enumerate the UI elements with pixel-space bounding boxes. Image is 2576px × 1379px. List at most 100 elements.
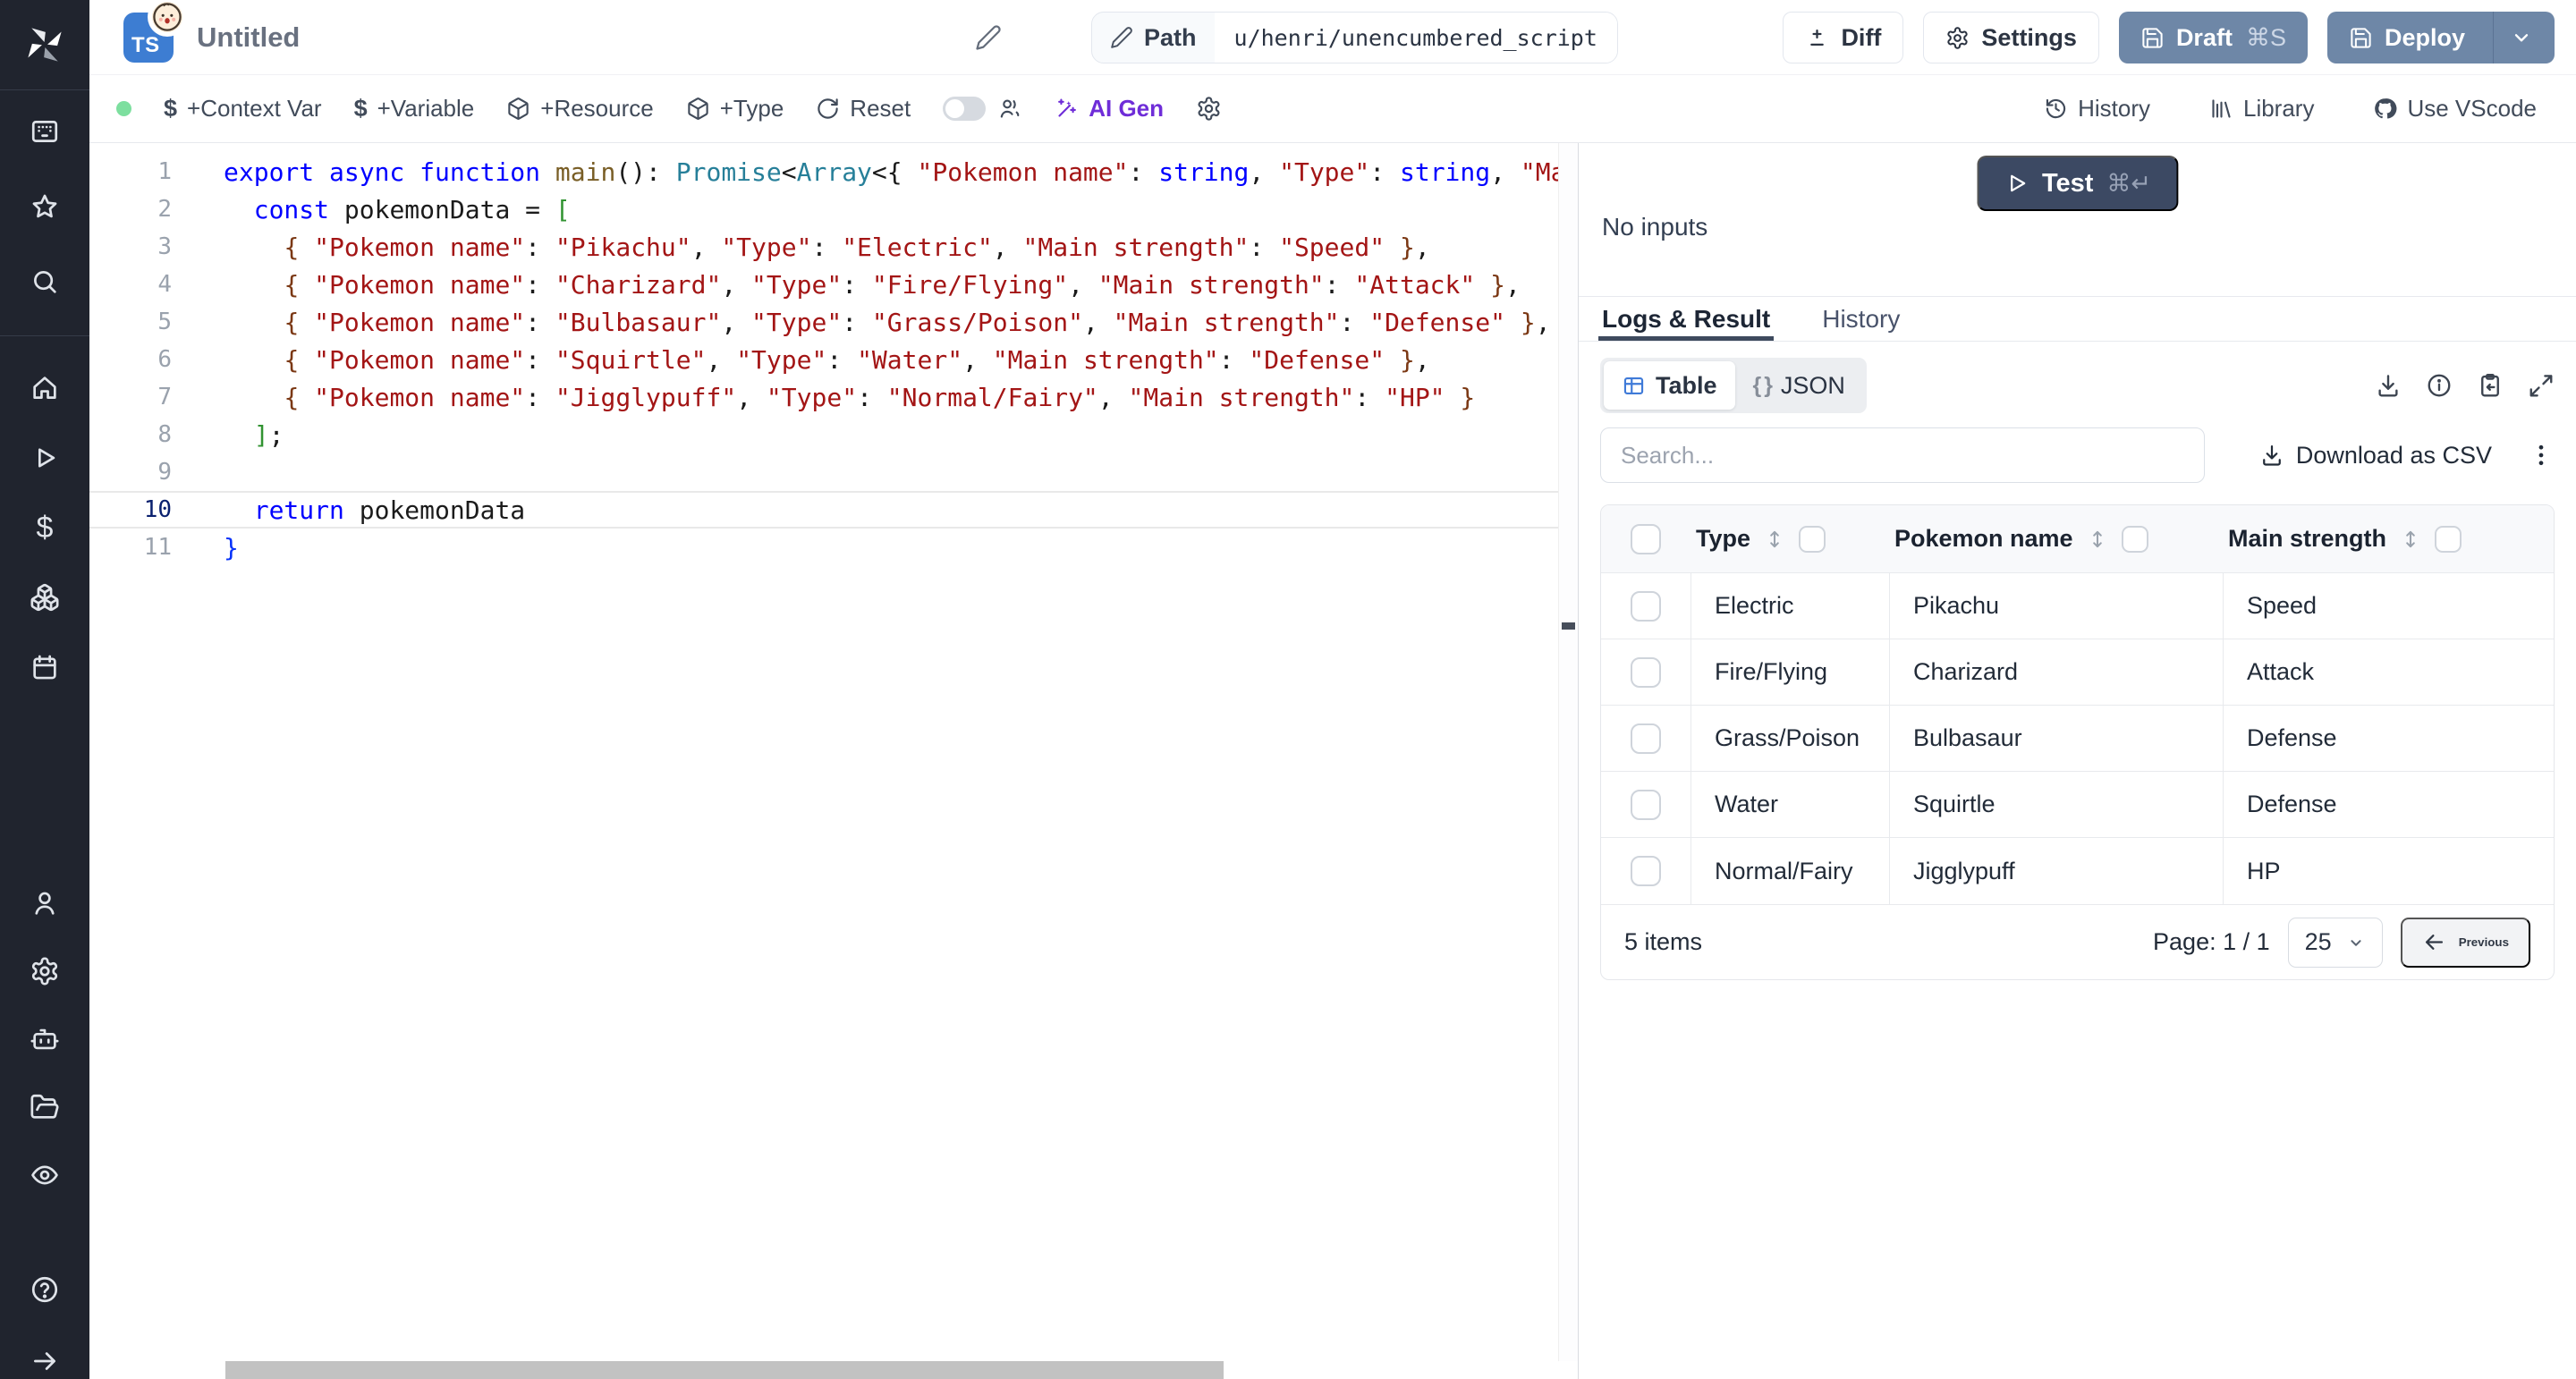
row-checkbox[interactable] (1631, 657, 1661, 688)
select-all-checkbox[interactable] (1631, 524, 1661, 554)
code-line[interactable]: 2 const pokemonData = [ (89, 190, 1578, 228)
code-line[interactable]: 10 return pokemonData (89, 491, 1578, 529)
code-editor[interactable]: 1export async function main(): Promise<A… (89, 143, 1579, 1379)
table-cell: HP (2223, 838, 2554, 904)
code-line[interactable]: 7 { "Pokemon name": "Jigglypuff", "Type"… (89, 378, 1578, 416)
multiplayer-toggle[interactable] (943, 97, 986, 121)
diff-button[interactable]: Diff (1783, 12, 1903, 63)
ai-gen-button[interactable]: AI Gen (1055, 95, 1164, 123)
tab-logs-result[interactable]: Logs & Result (1602, 297, 1770, 341)
row-checkbox[interactable] (1631, 856, 1661, 886)
download-result-icon[interactable] (2375, 372, 2402, 399)
user-emoji-avatar (152, 2, 182, 32)
table-cell: Normal/Fairy (1690, 838, 1889, 904)
sidebar-item-collapse[interactable] (27, 1343, 63, 1379)
toolbar-label: +Resource (540, 95, 653, 123)
deploy-button[interactable]: Deploy (2327, 12, 2555, 63)
line-number: 6 (89, 346, 224, 373)
row-checkbox[interactable] (1631, 591, 1661, 622)
code-line[interactable]: 4 { "Pokemon name": "Charizard", "Type":… (89, 266, 1578, 303)
column-checkbox[interactable] (1799, 526, 1826, 553)
reset-button[interactable]: Reset (816, 95, 911, 123)
code-line[interactable]: 5 { "Pokemon name": "Bulbasaur", "Type":… (89, 303, 1578, 341)
code-line[interactable]: 9 (89, 453, 1578, 491)
contextvar-button[interactable]: $+Context Var (164, 95, 322, 123)
sidebar-item-settings[interactable] (27, 953, 63, 989)
multiplayer-users-icon (998, 97, 1022, 121)
column-checkbox[interactable] (2435, 526, 2462, 553)
sidebar-item-folders[interactable] (27, 1089, 63, 1125)
copy-to-clipboard-icon[interactable] (2477, 372, 2504, 399)
row-checkbox[interactable] (1631, 790, 1661, 820)
code-text: { "Pokemon name": "Jigglypuff", "Type": … (224, 383, 1578, 412)
history-button[interactable]: History (2044, 95, 2150, 123)
more-options-kebab-icon[interactable] (2528, 442, 2555, 469)
resource-button[interactable]: +Resource (506, 95, 653, 123)
sidebar-item-help[interactable] (27, 1272, 63, 1307)
deploy-dropdown[interactable] (2493, 12, 2533, 63)
editor-toolbar: $+Context Var $+Variable +Resource +Type Res… (89, 75, 2576, 143)
table-cell: Speed (2223, 573, 2554, 639)
sidebar-item-runs[interactable] (27, 440, 63, 476)
download-csv-button[interactable]: Download as CSV (2259, 442, 2492, 470)
pencil-icon (1110, 26, 1133, 49)
script-path-chip[interactable]: Path u/henri/unencumbered_script (1091, 12, 1618, 63)
code-line[interactable]: 3 { "Pokemon name": "Pikachu", "Type": "… (89, 228, 1578, 266)
sort-icon[interactable] (2086, 528, 2109, 551)
view-label: Table (1656, 372, 1717, 400)
sidebar-item-workers[interactable] (27, 1021, 63, 1057)
table-cell: Defense (2223, 706, 2554, 772)
sidebar-item-users[interactable] (27, 885, 63, 921)
settings-button[interactable]: Settings (1923, 12, 2099, 63)
gear-icon (1945, 26, 1970, 50)
sidebar-item-search[interactable] (27, 264, 63, 300)
page-size-select[interactable]: 25 (2288, 918, 2383, 968)
info-icon[interactable] (2426, 372, 2453, 399)
code-line[interactable]: 1export async function main(): Promise<A… (89, 153, 1578, 190)
variable-button[interactable]: $+Variable (354, 95, 475, 123)
editor-settings-gear-icon[interactable] (1196, 96, 1222, 122)
download-csv-label: Download as CSV (2296, 442, 2492, 470)
path-label: Path (1144, 24, 1197, 52)
sidebar-item-favorites[interactable] (27, 189, 63, 224)
code-text: return pokemonData (224, 495, 1578, 525)
tab-history[interactable]: History (1822, 297, 1900, 341)
code-line[interactable]: 11} (89, 529, 1578, 566)
previous-page-button[interactable]: Previous (2401, 918, 2530, 968)
row-checkbox[interactable] (1631, 723, 1661, 754)
sidebar-item-audit[interactable] (27, 1157, 63, 1193)
line-number: 4 (89, 271, 224, 298)
type-button[interactable]: +Type (686, 95, 784, 123)
code-line[interactable]: 8 ]; (89, 416, 1578, 453)
draft-button[interactable]: Draft ⌘S (2119, 12, 2308, 63)
editor-overview-ruler (1558, 143, 1578, 1361)
edit-title-pencil-icon[interactable] (975, 24, 1002, 51)
column-header-pokemon-name: Pokemon name (1889, 505, 2223, 572)
sidebar-item-variables[interactable]: $ (27, 510, 63, 546)
view-json[interactable]: { }JSON (1735, 361, 1863, 410)
sort-icon[interactable] (2399, 528, 2422, 551)
no-inputs-text: No inputs (1602, 213, 1707, 241)
sidebar-item-home[interactable] (27, 370, 63, 406)
toolbar-label: History (2078, 95, 2150, 123)
play-icon (2004, 171, 2029, 196)
sidebar-item-schedules[interactable] (27, 649, 63, 685)
library-button[interactable]: Library (2209, 95, 2314, 123)
test-run-button[interactable]: Test ⌘↵ (1977, 156, 2178, 211)
windmill-logo-icon[interactable] (0, 0, 89, 89)
column-checkbox[interactable] (2122, 526, 2148, 553)
sidebar-item-resources[interactable] (27, 580, 63, 615)
sort-icon[interactable] (1763, 528, 1786, 551)
search-input[interactable] (1600, 427, 2205, 483)
inputs-section: Test ⌘↵ No inputs (1579, 143, 2576, 297)
use-vscode-button[interactable]: Use VScode (2373, 95, 2537, 123)
editor-horizontal-scrollbar[interactable] (225, 1361, 1224, 1379)
path-label-segment: Path (1092, 13, 1215, 63)
expand-icon[interactable] (2528, 372, 2555, 399)
view-table[interactable]: Table (1604, 361, 1735, 410)
connection-status-dot (116, 101, 131, 116)
line-number: 10 (89, 496, 224, 523)
code-line[interactable]: 6 { "Pokemon name": "Squirtle", "Type": … (89, 341, 1578, 378)
sidebar-item-apps[interactable] (27, 114, 63, 149)
run-panel: Test ⌘↵ No inputs Logs & Result History T… (1579, 143, 2576, 1379)
